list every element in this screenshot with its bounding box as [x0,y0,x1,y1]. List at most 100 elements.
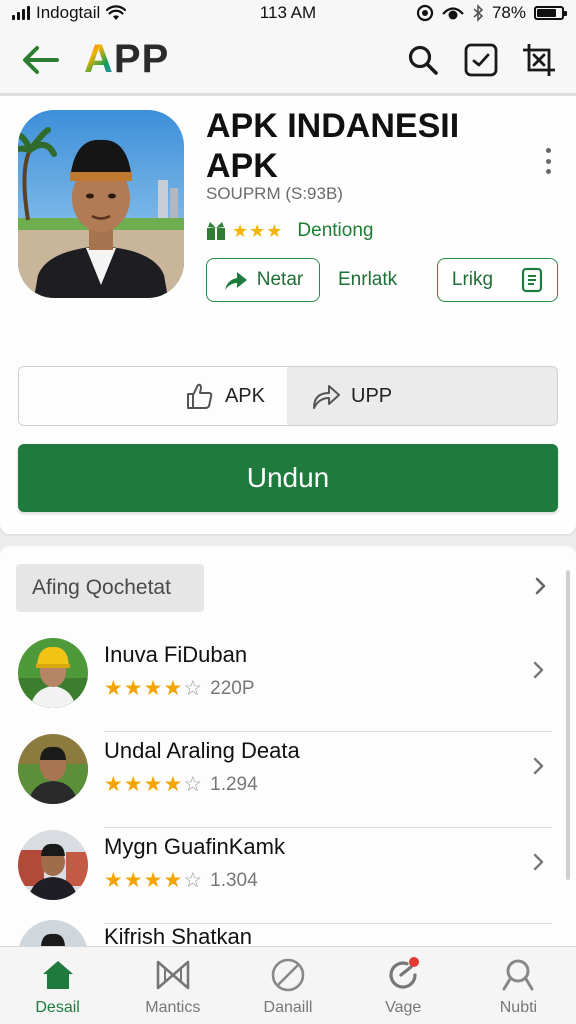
battery-percent: 78% [491,3,526,22]
section-expand-button[interactable] [534,576,548,601]
avatar [18,920,88,946]
star-filled-icon: ★ [104,677,123,700]
item-name: Inuva FiDuban [104,642,248,667]
status-bar: Indogtail 113 AM 78% [0,0,576,26]
segmented-control: APK UPP [18,366,558,426]
select-button[interactable] [462,41,500,79]
list-item[interactable]: Undal Araling Deata ★ ★ ★ ★ ☆ 1.294 [0,732,576,828]
search-button[interactable] [404,41,442,79]
star-filled-icon: ★ [123,869,143,892]
avatar [18,830,88,900]
nav-vage[interactable]: Vage [346,947,461,1024]
wifi-icon [106,5,127,20]
more-dot-icon [545,158,551,164]
chevron-right-icon [533,853,544,871]
star-filled-icon: ★ [104,869,123,892]
list-item[interactable]: Mygn GuafinKamk ★ ★ ★ ★ ☆ 1.304 [0,828,576,924]
nav-danaill[interactable]: Danaill [230,947,345,1024]
chevron-right-icon [533,661,544,679]
home-icon [42,960,73,989]
bottom-navigation: Desail Mantics Danaill Vage Nubti [0,946,576,1024]
segment-upp[interactable]: UPP [287,367,557,425]
star-empty-icon: ☆ [183,773,203,796]
item-name: Kifrish Shatkan [104,924,252,946]
download-button[interactable]: Undun [18,444,558,512]
notification-dot [409,956,420,967]
crop-button[interactable] [520,41,558,79]
search-icon [408,45,438,75]
item-chevron[interactable] [532,756,546,781]
app-header-card: APK INDANESII APK SOUPRM (S:93B) ★★★ Den… [0,96,576,534]
star-rating: ★ ★ ★ ★ ☆ [104,676,202,701]
back-arrow-icon [23,45,59,74]
list-section: Afing Qochetat Inuva FiDuban ★ ★ ★ ★ ☆ 220P [0,546,576,946]
star-filled-icon: ★ [143,869,163,892]
nav-label: Nubti [499,998,538,1016]
share-label: Netar [256,269,304,290]
download-label: Undun [246,462,330,493]
chevron-right-icon [535,577,546,595]
app-bar: A PP [0,26,576,94]
more-dot-icon [545,169,551,174]
star-filled-icon: ★ [143,677,163,700]
nav-mantics[interactable]: Mantics [115,947,230,1024]
more-options-button[interactable] [538,146,558,176]
nav-label: Vage [385,998,422,1016]
document-icon [521,267,543,293]
middle-action-label: Enrlatk [338,269,398,290]
list-item[interactable]: Inuva FiDuban ★ ★ ★ ★ ☆ 220P [0,636,576,732]
search-icon [502,959,534,990]
item-count: 220P [210,677,255,699]
segment-upp-label: UPP [351,384,393,407]
battery-icon [534,6,567,20]
checkbox-icon [464,43,498,76]
item-chevron[interactable] [532,852,546,877]
bowtie-icon [156,960,190,989]
crop-icon [523,43,555,76]
rating-stars: ★★★ [232,220,284,241]
rating-label: Dentiong [297,220,374,241]
star-filled-icon: ★ [163,869,183,892]
app-subtitle: SOUPRM (S:93B) [206,184,343,203]
app-title: APK INDANESII APK [206,107,460,185]
section-title-chip[interactable]: Afing Qochetat [16,564,204,612]
link-button[interactable]: Lrikg [437,258,558,302]
more-dot-icon [545,148,551,153]
nav-label: Danaill [263,998,313,1016]
avatar [18,734,88,804]
logo-text: PP [113,37,170,81]
nav-nubti[interactable]: Nubti [461,947,576,1024]
item-count: 1.304 [210,869,258,891]
item-count: 1.294 [210,773,258,795]
list-item[interactable]: Kifrish Shatkan [0,918,576,946]
segment-apk[interactable]: APK [19,367,287,425]
section-title: Afing Qochetat [32,576,171,599]
star-filled-icon: ★ [143,773,163,796]
star-empty-icon: ☆ [183,677,203,700]
item-name: Undal Araling Deata [104,738,300,763]
share-button[interactable]: Netar [206,258,320,302]
item-rating: ★ ★ ★ ★ ☆ 220P [104,676,255,701]
link-label: Lrikg [451,269,494,290]
item-chevron[interactable] [532,660,546,685]
forward-arrow-icon [313,385,340,409]
thumbs-up-icon [186,383,213,409]
nav-label: Desail [35,998,80,1016]
star-rating: ★ ★ ★ ★ ☆ [104,868,202,893]
eye-icon [442,7,464,20]
back-button[interactable] [18,38,62,82]
alarm-icon [416,4,434,22]
signal-icon [12,6,30,20]
nav-label: Mantics [145,998,201,1016]
star-filled-icon: ★ [163,773,183,796]
app-logo: A PP [84,37,169,82]
segment-apk-label: APK [224,384,265,407]
star-filled-icon: ★ [123,773,143,796]
chevron-right-icon [533,757,544,775]
app-icon-photo [18,110,184,298]
item-name: Mygn GuafinKamk [104,834,285,859]
nav-desail[interactable]: Desail [0,947,115,1024]
middle-action-link[interactable]: Enrlatk [338,258,397,302]
bluetooth-icon [473,4,484,22]
star-empty-icon: ☆ [183,869,203,892]
